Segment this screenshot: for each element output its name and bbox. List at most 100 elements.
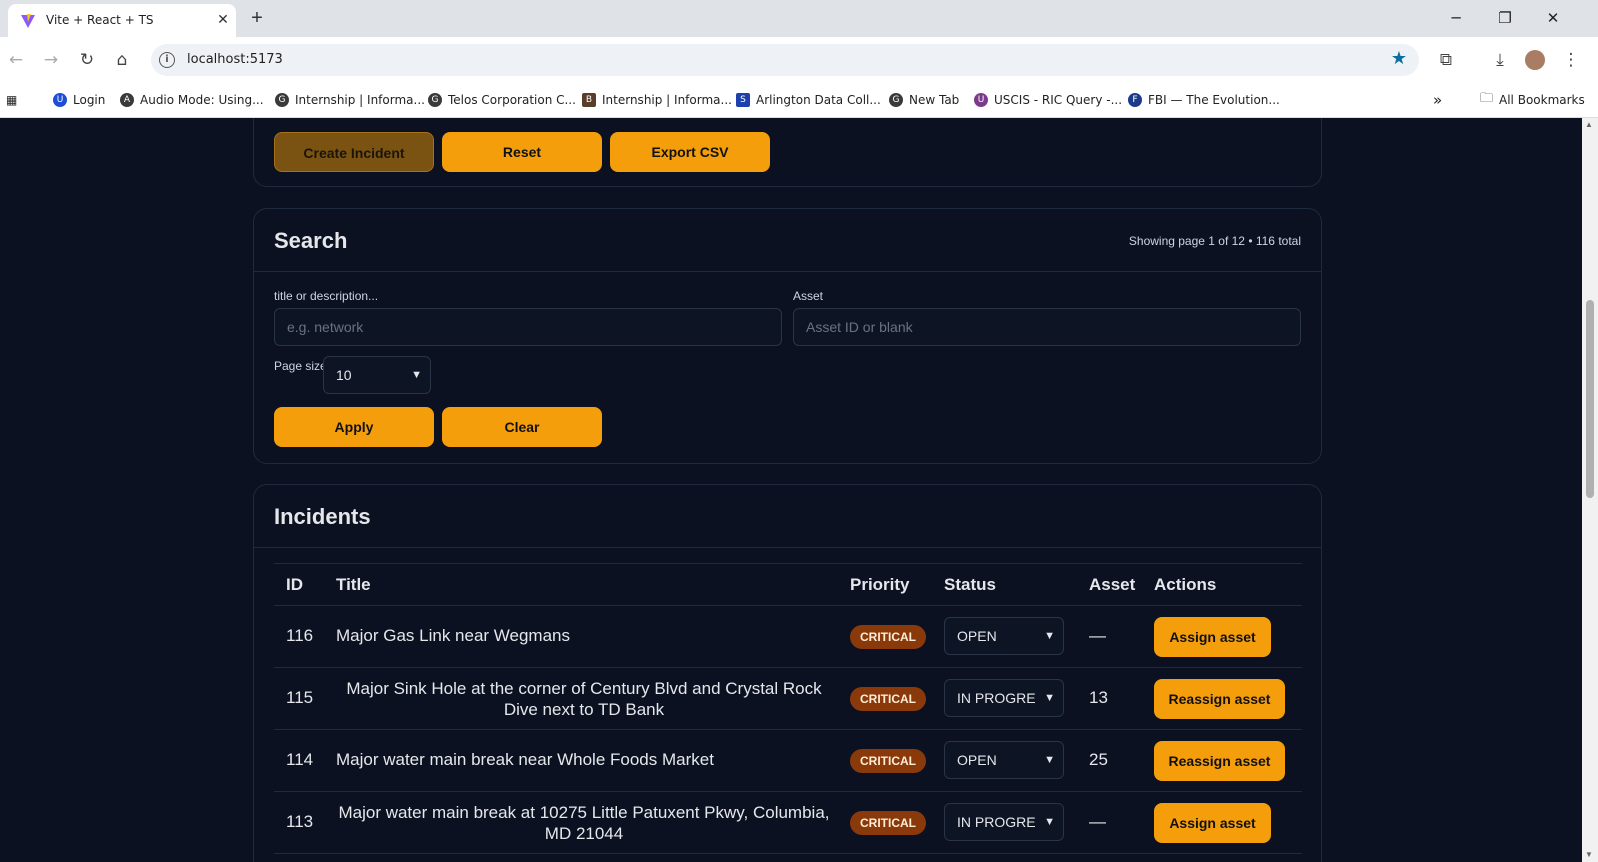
bookmark-label: Login: [73, 93, 106, 107]
status-value: OPEN: [957, 752, 997, 768]
bookmark-uscis[interactable]: U USCIS - RIC Query -...: [974, 91, 1122, 109]
column-header-status: Status: [944, 575, 996, 594]
tab-close-icon[interactable]: ✕: [215, 10, 231, 28]
page-scrollbar[interactable]: ▲ ▼: [1582, 118, 1598, 862]
bookmark-telos[interactable]: G Telos Corporation C...: [428, 91, 576, 109]
kebab-menu-icon[interactable]: ⋮: [1561, 50, 1581, 70]
scrollbar-thumb[interactable]: [1586, 300, 1594, 498]
incident-title: Major water main break at 10275 Little P…: [338, 803, 830, 843]
profile-avatar[interactable]: [1525, 50, 1545, 70]
bookmark-label: USCIS - RIC Query -...: [994, 93, 1123, 107]
bookmark-favicon: U: [974, 93, 988, 107]
bookmark-label: Telos Corporation C...: [448, 93, 576, 107]
bookmark-star-icon[interactable]: ★: [1391, 48, 1407, 69]
incident-title: Major water main break near Whole Foods …: [336, 750, 714, 769]
bookmark-favicon: B: [582, 93, 596, 107]
bookmark-favicon: G: [889, 93, 903, 107]
asset-input[interactable]: [793, 308, 1301, 346]
cast-search-icon[interactable]: ⧉: [1436, 50, 1456, 70]
incident-asset: —: [1089, 626, 1106, 645]
incidents-title: Incidents: [274, 504, 371, 529]
status-select[interactable]: OPEN ▼: [944, 617, 1064, 655]
bookmarks-overflow-icon[interactable]: »: [1433, 91, 1442, 109]
bookmark-audio-mode[interactable]: A Audio Mode: Using...: [120, 91, 264, 109]
tab-title: Vite + React + TS: [46, 13, 154, 27]
assign-asset-button[interactable]: Assign asset: [1154, 617, 1271, 657]
divider: [254, 271, 1321, 272]
scroll-down-icon[interactable]: ▼: [1585, 850, 1593, 859]
bookmark-label: Internship | Informa...: [602, 93, 732, 107]
bookmark-fbi[interactable]: F FBI — The Evolution...: [1128, 91, 1280, 109]
priority-badge: CRITICAL: [850, 811, 926, 835]
all-bookmarks-button[interactable]: 🗀 All Bookmarks: [1480, 91, 1585, 109]
column-header-title: Title: [336, 575, 371, 594]
address-bar[interactable]: i localhost:5173 ★: [151, 44, 1419, 76]
bookmark-new-tab[interactable]: G New Tab: [889, 91, 959, 109]
scroll-up-icon[interactable]: ▲: [1585, 120, 1593, 129]
bookmark-favicon: A: [120, 93, 134, 107]
chevron-down-icon: ▼: [1044, 754, 1055, 766]
reassign-asset-button[interactable]: Reassign asset: [1154, 679, 1285, 719]
status-value: IN PROGRE: [957, 690, 1036, 706]
new-tab-button[interactable]: +: [246, 7, 268, 29]
bookmark-internship-2[interactable]: B Internship | Informa...: [582, 91, 732, 109]
page-size-select[interactable]: 10 ▼: [323, 356, 431, 394]
window-close-button[interactable]: ✕: [1533, 4, 1573, 32]
table-row: 114 Major water main break near Whole Fo…: [274, 730, 1302, 792]
export-csv-button[interactable]: Export CSV: [610, 132, 770, 172]
create-incident-button[interactable]: Create Incident: [274, 132, 434, 172]
incident-id: 114: [286, 750, 314, 769]
minimize-button[interactable]: ─: [1436, 4, 1476, 32]
folder-icon: 🗀: [1480, 91, 1494, 106]
bookmark-label: Arlington Data Coll...: [756, 93, 881, 107]
priority-badge: CRITICAL: [850, 749, 926, 773]
bookmark-favicon: G: [428, 93, 442, 107]
column-header-actions: Actions: [1154, 575, 1217, 594]
apps-grid-icon[interactable]: ▦: [6, 91, 17, 109]
bookmark-favicon: F: [1128, 93, 1142, 107]
site-info-icon[interactable]: i: [159, 52, 175, 68]
bookmark-label: Audio Mode: Using...: [140, 93, 264, 107]
home-icon[interactable]: ⌂: [112, 50, 132, 70]
apply-button[interactable]: Apply: [274, 407, 434, 447]
browser-tab[interactable]: Vite + React + TS ✕: [8, 4, 236, 37]
assign-asset-button[interactable]: Assign asset: [1154, 803, 1271, 843]
incident-id: 113: [286, 812, 314, 831]
status-select[interactable]: IN PROGRE ▼: [944, 803, 1064, 841]
search-title: Search: [274, 228, 348, 253]
bookmark-favicon: S: [736, 93, 750, 107]
incident-asset: 25: [1089, 750, 1108, 769]
restore-button[interactable]: ❐: [1485, 4, 1525, 32]
bookmark-arlington[interactable]: S Arlington Data Coll...: [736, 91, 881, 109]
chevron-down-icon: ▼: [1044, 816, 1055, 828]
reset-button[interactable]: Reset: [442, 132, 602, 172]
search-text-label: title or description...: [274, 289, 379, 303]
forward-arrow-icon[interactable]: →: [41, 50, 61, 70]
page-size-label: Page size: [274, 359, 327, 373]
reassign-asset-button[interactable]: Reassign asset: [1154, 741, 1285, 781]
address-url[interactable]: localhost:5173: [187, 52, 283, 67]
column-header-priority: Priority: [850, 575, 910, 594]
search-card: Search Showing page 1 of 12 • 116 total …: [253, 208, 1322, 464]
table-row: 113 Major water main break at 10275 Litt…: [274, 792, 1302, 854]
bookmark-favicon: U: [53, 93, 67, 107]
bookmark-login[interactable]: U Login: [53, 91, 105, 109]
table-row: 116 Major Gas Link near Wegmans CRITICAL…: [274, 606, 1302, 668]
incident-id: 116: [286, 626, 314, 645]
bookmark-internship-1[interactable]: G Internship | Informa...: [275, 91, 425, 109]
page-viewport: Create Incident Reset Export CSV Search …: [0, 118, 1582, 862]
incident-id: 115: [286, 688, 314, 707]
browser-toolbar: ← → ↻ ⌂ i localhost:5173 ★ ⧉ ⤓ ⋮: [0, 37, 1598, 82]
table-row: 115 Major Sink Hole at the corner of Cen…: [274, 668, 1302, 730]
status-select[interactable]: IN PROGRE ▼: [944, 679, 1064, 717]
download-icon[interactable]: ⤓: [1490, 50, 1510, 70]
search-text-input[interactable]: [274, 308, 782, 346]
clear-button[interactable]: Clear: [442, 407, 602, 447]
reload-icon[interactable]: ↻: [77, 50, 97, 70]
asset-label: Asset: [793, 289, 824, 303]
incident-title: Major Sink Hole at the corner of Century…: [346, 679, 822, 719]
incident-form-card: Create Incident Reset Export CSV: [253, 118, 1322, 187]
back-arrow-icon[interactable]: ←: [6, 50, 26, 70]
column-header-id: ID: [286, 575, 303, 594]
status-select[interactable]: OPEN ▼: [944, 741, 1064, 779]
